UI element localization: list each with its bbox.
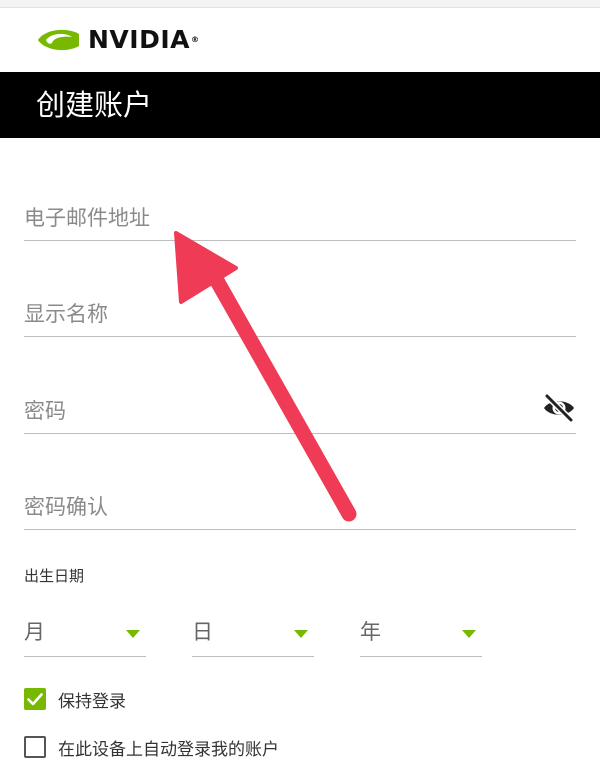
chevron-down-icon	[294, 630, 308, 638]
birth-day-select[interactable]: 日	[192, 610, 314, 657]
page-title: 创建账户	[36, 88, 153, 122]
keep-signed-in-label: 保持登录	[58, 691, 126, 712]
keep-signed-in-option[interactable]: 保持登录	[24, 686, 126, 712]
chevron-down-icon	[462, 630, 476, 638]
page-header: 创建账户	[0, 72, 600, 138]
checkmark-icon	[27, 693, 43, 706]
auto-login-option[interactable]: 在此设备上自动登录我的账户	[24, 734, 279, 760]
chevron-down-icon	[126, 630, 140, 638]
auto-login-label: 在此设备上自动登录我的账户	[58, 739, 279, 760]
birth-day-label: 日	[192, 620, 213, 644]
hide-password-icon[interactable]	[542, 393, 576, 423]
birth-year-label: 年	[360, 620, 381, 644]
password-label: 密码	[24, 399, 66, 423]
password-field[interactable]: 密码	[24, 389, 576, 434]
brand-name: NVIDIA®	[88, 25, 200, 54]
auto-login-checkbox[interactable]	[24, 736, 46, 758]
birth-month-select[interactable]: 月	[24, 610, 146, 657]
birth-month-label: 月	[24, 620, 45, 644]
registered-mark: ®	[190, 35, 200, 44]
password-confirm-field[interactable]: 密码确认	[24, 485, 576, 530]
top-border	[0, 0, 600, 8]
brand: NVIDIA®	[36, 24, 199, 56]
email-label: 电子邮件地址	[24, 206, 150, 230]
birth-date-label: 出生日期	[24, 567, 85, 585]
birth-year-select[interactable]: 年	[360, 610, 482, 657]
display-name-label: 显示名称	[24, 302, 108, 326]
display-name-field[interactable]: 显示名称	[24, 292, 576, 337]
email-field[interactable]: 电子邮件地址	[24, 196, 576, 241]
password-confirm-label: 密码确认	[24, 495, 108, 519]
nvidia-logo-icon	[38, 29, 79, 51]
keep-signed-in-checkbox[interactable]	[24, 688, 46, 710]
